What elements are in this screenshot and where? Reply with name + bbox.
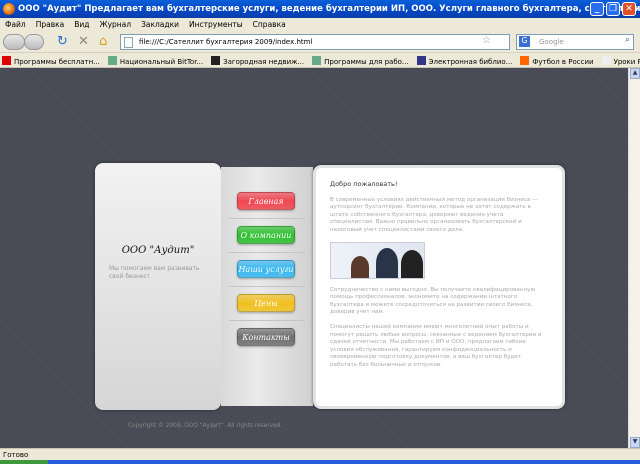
status-bar: Готово	[0, 448, 640, 460]
nav-button[interactable]: Главная	[237, 192, 295, 210]
nav-divider	[229, 286, 305, 287]
nav-divider	[229, 320, 305, 321]
nav-button[interactable]: О компании	[237, 226, 295, 244]
content-panel: Добро пожаловать! В современных условиях…	[313, 165, 565, 409]
back-button[interactable]	[3, 34, 25, 50]
stop-icon[interactable]: ✕	[78, 34, 89, 50]
slogan: Мы помогаем вам развивать свой бизнес!	[109, 265, 200, 280]
reload-icon[interactable]: ↻	[57, 34, 68, 50]
navigation-toolbar: ↻ ✕ ⌂ file:///C:/Сателлит бухгалтерия 20…	[0, 31, 640, 53]
bookmark-label: Электронная библио...	[428, 58, 513, 66]
status-text: Готово	[3, 451, 29, 459]
page-icon	[601, 56, 611, 65]
bookmark-item[interactable]: Загородная недвиж...	[209, 53, 310, 66]
paragraph: Сотрудничество с нами выгодно. Вы получа…	[330, 286, 536, 316]
company-name: ООО "Аудит"	[121, 245, 195, 256]
menu-edit[interactable]: Правка	[31, 18, 70, 29]
bookmark-label: Программы бесплатн...	[14, 58, 100, 66]
blogger-icon	[520, 56, 530, 65]
minimize-button[interactable]: _	[590, 2, 604, 16]
search-icon[interactable]: ⌕	[625, 35, 630, 45]
site-nav: Главная О компании Наши услуги Цены Контакты	[221, 167, 313, 406]
search-input[interactable]: G Google ⌕	[516, 34, 634, 50]
bookmark-label: Национальный BitTor...	[119, 58, 204, 66]
bookmark-item[interactable]: Футбол в России	[518, 53, 599, 66]
address-bar[interactable]: file:///C:/Сателлит бухгалтерия 2009/ind…	[120, 34, 510, 50]
star-icon	[2, 56, 11, 65]
google-icon[interactable]: G	[519, 36, 530, 47]
welcome-heading: Добро пожаловать!	[330, 180, 398, 188]
menu-bookmarks[interactable]: Закладки	[136, 18, 184, 29]
torrent-icon	[312, 56, 322, 65]
bookmark-label: Уроки Photoshop | С...	[613, 58, 640, 66]
page-viewport: ООО "Аудит" Мы помогаем вам развивать св…	[0, 68, 628, 448]
copyright: Copyright © 2009, ООО "Аудит". All right…	[128, 423, 283, 429]
scroll-down-arrow[interactable]: ▼	[630, 437, 640, 448]
torrent-icon	[107, 56, 117, 65]
business-people-photo	[330, 241, 425, 279]
menu-tools[interactable]: Инструменты	[184, 18, 248, 29]
nav-button[interactable]: Контакты	[237, 328, 295, 346]
bookmark-star-icon[interactable]: ☆	[482, 35, 491, 46]
bookmark-label: Загородная недвиж...	[223, 58, 305, 66]
paragraph: Специалисты нашей компании имеют многоле…	[330, 323, 542, 368]
menu-history[interactable]: Журнал	[95, 18, 137, 29]
bookmark-item[interactable]: Программы для рабо...	[310, 53, 414, 66]
vertical-scrollbar[interactable]: ▲ ▼	[628, 68, 640, 448]
window-title-bar: ООО "Аудит" Предлагает вам бухгалтерские…	[0, 0, 640, 18]
brand-panel: ООО "Аудит" Мы помогаем вам развивать св…	[95, 163, 221, 410]
close-button[interactable]: ✕	[622, 2, 636, 16]
start-button[interactable]	[0, 460, 48, 464]
forward-button[interactable]	[24, 34, 44, 50]
bookmark-item[interactable]: Программы бесплатн...	[0, 53, 106, 66]
bookmarks-toolbar: Программы бесплатн... Национальный BitTor…	[0, 53, 640, 68]
window-title: ООО "Аудит" Предлагает вам бухгалтерские…	[18, 4, 640, 14]
search-placeholder: Google	[539, 38, 564, 46]
firefox-icon	[3, 3, 15, 15]
library-icon	[416, 56, 426, 65]
nav-button[interactable]: Цены	[237, 294, 295, 312]
bookmark-item[interactable]: Национальный BitTor...	[106, 53, 209, 66]
paragraph: В современных условиях действенный метод…	[330, 196, 538, 233]
nav-divider	[229, 218, 305, 219]
maximize-button[interactable]: ❐	[606, 2, 620, 16]
page-icon	[124, 37, 133, 48]
menu-file[interactable]: Файл	[0, 18, 31, 29]
bookmark-label: Программы для рабо...	[324, 58, 409, 66]
nav-button[interactable]: Наши услуги	[237, 260, 295, 278]
menu-bar: Файл Правка Вид Журнал Закладки Инструменты Сп…	[0, 18, 640, 31]
url-text: file:///C:/Сателлит бухгалтерия 2009/ind…	[139, 38, 313, 46]
menu-view[interactable]: Вид	[69, 18, 94, 29]
home-icon[interactable]: ⌂	[99, 34, 107, 50]
nav-divider	[229, 252, 305, 253]
bookmark-item[interactable]: Электронная библио...	[415, 53, 519, 66]
scroll-up-arrow[interactable]: ▲	[630, 68, 640, 79]
bookmark-item[interactable]: Уроки Photoshop | С...	[600, 53, 640, 66]
taskbar	[0, 460, 640, 464]
site-container: ООО "Аудит" Мы помогаем вам развивать св…	[95, 163, 565, 410]
li-icon	[211, 56, 221, 65]
bookmark-label: Футбол в России	[532, 58, 594, 66]
menu-help[interactable]: Справка	[248, 18, 291, 29]
